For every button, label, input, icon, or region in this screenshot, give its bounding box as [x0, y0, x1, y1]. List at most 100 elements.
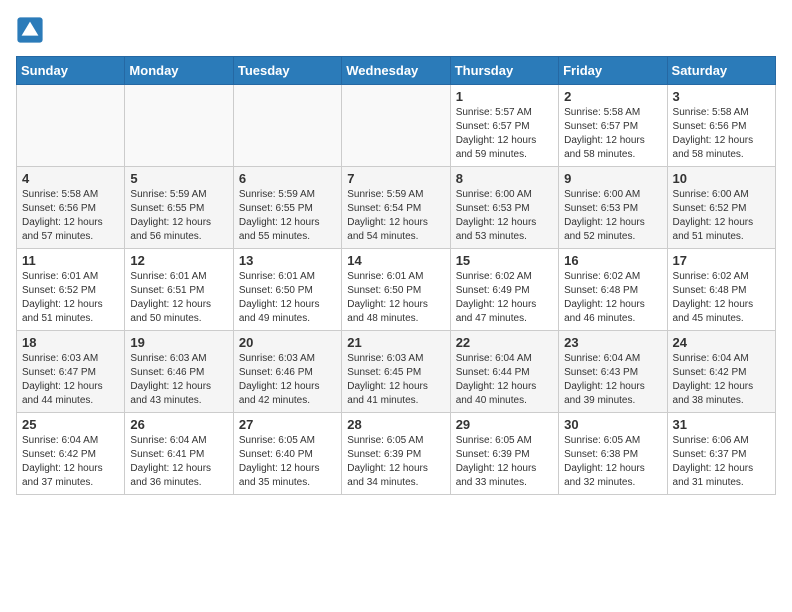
day-number: 10 [673, 171, 770, 186]
day-number: 30 [564, 417, 661, 432]
weekday-header-saturday: Saturday [667, 57, 775, 85]
day-number: 5 [130, 171, 227, 186]
day-number: 3 [673, 89, 770, 104]
day-info: Sunrise: 6:05 AM Sunset: 6:40 PM Dayligh… [239, 434, 336, 490]
header [16, 16, 776, 44]
day-number: 11 [22, 253, 119, 268]
calendar-cell: 12 Sunrise: 6:01 AM Sunset: 6:51 PM Dayli… [125, 249, 233, 331]
week-row-1: 1 Sunrise: 5:57 AM Sunset: 6:57 PM Daylig… [17, 85, 776, 167]
day-number: 17 [673, 253, 770, 268]
day-number: 6 [239, 171, 336, 186]
calendar-cell: 20Sunrise: 6:03 AM Sunset: 6:46 PM Dayli… [233, 331, 341, 413]
calendar-cell: 28 Sunrise: 6:05 AM Sunset: 6:39 PM Dayli… [342, 413, 450, 495]
calendar-cell: 23 Sunrise: 6:04 AM Sunset: 6:43 PM Dayli… [559, 331, 667, 413]
calendar-cell: 7 Sunrise: 5:59 AM Sunset: 6:54 PM Daylig… [342, 167, 450, 249]
calendar-cell: 9 Sunrise: 6:00 AM Sunset: 6:53 PM Daylig… [559, 167, 667, 249]
day-number: 20 [239, 335, 336, 350]
calendar-cell: 6Sunrise: 5:59 AM Sunset: 6:55 PM Daylig… [233, 167, 341, 249]
day-number: 22 [456, 335, 553, 350]
day-info: Sunrise: 6:00 AM Sunset: 6:53 PM Dayligh… [456, 188, 553, 244]
day-info: Sunrise: 5:59 AM Sunset: 6:54 PM Dayligh… [347, 188, 444, 244]
day-info: Sunrise: 6:01 AM Sunset: 6:50 PM Dayligh… [347, 270, 444, 326]
day-number: 9 [564, 171, 661, 186]
calendar-cell: 21Sunrise: 6:03 AM Sunset: 6:45 PM Dayli… [342, 331, 450, 413]
calendar-cell: 3 Sunrise: 5:58 AM Sunset: 6:56 PM Daylig… [667, 85, 775, 167]
day-info: Sunrise: 6:01 AM Sunset: 6:51 PM Dayligh… [130, 270, 227, 326]
day-number: 21 [347, 335, 444, 350]
day-info: Sunrise: 6:00 AM Sunset: 6:53 PM Dayligh… [564, 188, 661, 244]
calendar-cell [342, 85, 450, 167]
day-number: 15 [456, 253, 553, 268]
day-info: Sunrise: 6:05 AM Sunset: 6:39 PM Dayligh… [456, 434, 553, 490]
calendar-cell: 27 Sunrise: 6:05 AM Sunset: 6:40 PM Dayli… [233, 413, 341, 495]
day-info: Sunrise: 6:04 AM Sunset: 6:44 PM Dayligh… [456, 352, 553, 408]
week-row-4: 18 Sunrise: 6:03 AM Sunset: 6:47 PM Dayli… [17, 331, 776, 413]
day-number: 7 [347, 171, 444, 186]
calendar-cell: 2 Sunrise: 5:58 AM Sunset: 6:57 PM Daylig… [559, 85, 667, 167]
day-number: 29 [456, 417, 553, 432]
week-row-2: 4 Sunrise: 5:58 AM Sunset: 6:56 PM Daylig… [17, 167, 776, 249]
day-number: 12 [130, 253, 227, 268]
calendar-cell: 1 Sunrise: 5:57 AM Sunset: 6:57 PM Daylig… [450, 85, 558, 167]
weekday-header-wednesday: Wednesday [342, 57, 450, 85]
day-info: Sunrise: 6:06 AM Sunset: 6:37 PM Dayligh… [673, 434, 770, 490]
day-info: Sunrise: 6:05 AM Sunset: 6:38 PM Dayligh… [564, 434, 661, 490]
day-number: 28 [347, 417, 444, 432]
calendar-cell: 15 Sunrise: 6:02 AM Sunset: 6:49 PM Dayli… [450, 249, 558, 331]
day-info: Sunrise: 5:58 AM Sunset: 6:56 PM Dayligh… [673, 106, 770, 162]
day-number: 1 [456, 89, 553, 104]
day-info: Sunrise: 5:58 AM Sunset: 6:56 PM Dayligh… [22, 188, 119, 244]
calendar-cell: 4 Sunrise: 5:58 AM Sunset: 6:56 PM Daylig… [17, 167, 125, 249]
day-info: Sunrise: 5:58 AM Sunset: 6:57 PM Dayligh… [564, 106, 661, 162]
day-number: 18 [22, 335, 119, 350]
day-info: Sunrise: 6:01 AM Sunset: 6:52 PM Dayligh… [22, 270, 119, 326]
day-number: 2 [564, 89, 661, 104]
day-info: Sunrise: 6:04 AM Sunset: 6:41 PM Dayligh… [130, 434, 227, 490]
day-info: Sunrise: 5:57 AM Sunset: 6:57 PM Dayligh… [456, 106, 553, 162]
calendar-cell [233, 85, 341, 167]
day-info: Sunrise: 6:04 AM Sunset: 6:43 PM Dayligh… [564, 352, 661, 408]
day-info: Sunrise: 5:59 AM Sunset: 6:55 PM Dayligh… [130, 188, 227, 244]
calendar-cell: 29 Sunrise: 6:05 AM Sunset: 6:39 PM Dayli… [450, 413, 558, 495]
calendar-cell: 31 Sunrise: 6:06 AM Sunset: 6:37 PM Dayli… [667, 413, 775, 495]
day-number: 24 [673, 335, 770, 350]
day-info: Sunrise: 6:03 AM Sunset: 6:47 PM Dayligh… [22, 352, 119, 408]
calendar-cell: 8Sunrise: 6:00 AM Sunset: 6:53 PM Daylig… [450, 167, 558, 249]
day-info: Sunrise: 6:02 AM Sunset: 6:49 PM Dayligh… [456, 270, 553, 326]
day-info: Sunrise: 6:05 AM Sunset: 6:39 PM Dayligh… [347, 434, 444, 490]
day-info: Sunrise: 6:02 AM Sunset: 6:48 PM Dayligh… [564, 270, 661, 326]
calendar-cell: 25Sunrise: 6:04 AM Sunset: 6:42 PM Dayli… [17, 413, 125, 495]
day-info: Sunrise: 6:04 AM Sunset: 6:42 PM Dayligh… [22, 434, 119, 490]
day-number: 23 [564, 335, 661, 350]
day-info: Sunrise: 6:00 AM Sunset: 6:52 PM Dayligh… [673, 188, 770, 244]
calendar-cell [125, 85, 233, 167]
week-row-3: 11 Sunrise: 6:01 AM Sunset: 6:52 PM Dayli… [17, 249, 776, 331]
day-number: 14 [347, 253, 444, 268]
weekday-header-monday: Monday [125, 57, 233, 85]
calendar-cell: 11 Sunrise: 6:01 AM Sunset: 6:52 PM Dayli… [17, 249, 125, 331]
weekday-header-thursday: Thursday [450, 57, 558, 85]
calendar-cell: 18 Sunrise: 6:03 AM Sunset: 6:47 PM Dayli… [17, 331, 125, 413]
day-number: 26 [130, 417, 227, 432]
weekday-header-friday: Friday [559, 57, 667, 85]
calendar-cell: 17 Sunrise: 6:02 AM Sunset: 6:48 PM Dayli… [667, 249, 775, 331]
weekday-header-tuesday: Tuesday [233, 57, 341, 85]
day-info: Sunrise: 6:04 AM Sunset: 6:42 PM Dayligh… [673, 352, 770, 408]
calendar-cell: 19 Sunrise: 6:03 AM Sunset: 6:46 PM Dayli… [125, 331, 233, 413]
weekday-header-sunday: Sunday [17, 57, 125, 85]
weekday-header-row: SundayMondayTuesdayWednesdayThursdayFrid… [17, 57, 776, 85]
day-number: 31 [673, 417, 770, 432]
calendar-cell: 10 Sunrise: 6:00 AM Sunset: 6:52 PM Dayli… [667, 167, 775, 249]
day-number: 27 [239, 417, 336, 432]
calendar-cell: 30 Sunrise: 6:05 AM Sunset: 6:38 PM Dayli… [559, 413, 667, 495]
calendar-cell [17, 85, 125, 167]
day-number: 19 [130, 335, 227, 350]
calendar-cell: 24 Sunrise: 6:04 AM Sunset: 6:42 PM Dayli… [667, 331, 775, 413]
day-info: Sunrise: 6:03 AM Sunset: 6:46 PM Dayligh… [130, 352, 227, 408]
day-info: Sunrise: 6:02 AM Sunset: 6:48 PM Dayligh… [673, 270, 770, 326]
day-number: 16 [564, 253, 661, 268]
day-number: 4 [22, 171, 119, 186]
calendar-cell: 26 Sunrise: 6:04 AM Sunset: 6:41 PM Dayli… [125, 413, 233, 495]
calendar-cell: 14 Sunrise: 6:01 AM Sunset: 6:50 PM Dayli… [342, 249, 450, 331]
calendar-cell: 22 Sunrise: 6:04 AM Sunset: 6:44 PM Dayli… [450, 331, 558, 413]
